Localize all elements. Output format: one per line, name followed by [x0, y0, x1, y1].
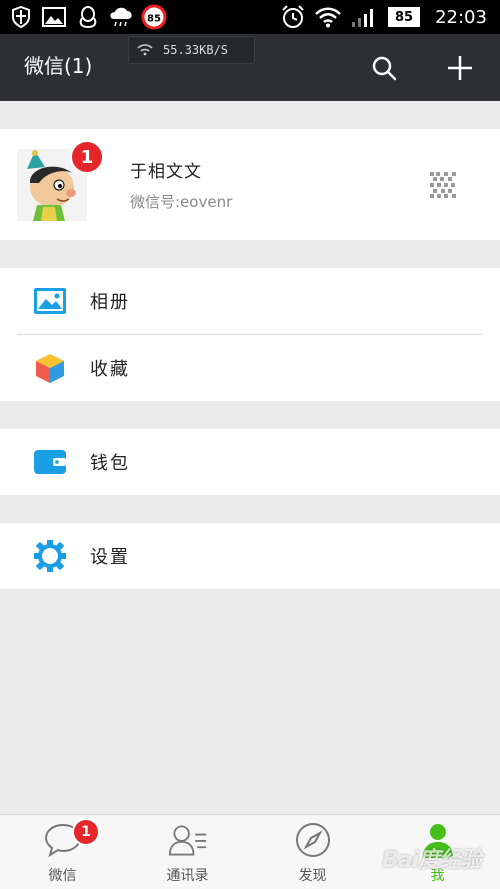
watermark: Bai度经验 [382, 848, 482, 873]
gear-icon [33, 539, 67, 573]
chat-badge: 1 [72, 818, 100, 846]
menu-item-album[interactable]: 相册 [0, 268, 500, 334]
search-button[interactable] [368, 52, 400, 84]
menu-item-wallet[interactable]: 钱包 [0, 429, 500, 495]
wechat-id: 微信号:eovenr [130, 193, 233, 211]
tab-label-discover: 发现 [298, 868, 327, 884]
album-icon [33, 284, 67, 318]
tab-contacts[interactable]: 通讯录 [125, 815, 250, 889]
tab-label-chats: 微信 [48, 868, 77, 884]
tab-chats[interactable]: 1 微信 [0, 815, 125, 889]
avatar[interactable]: 1 [17, 140, 104, 221]
shield-icon [10, 5, 32, 29]
menu-item-settings[interactable]: 设置 [0, 523, 500, 589]
signal-icon [350, 5, 378, 29]
profile-name: 于相文文 [130, 162, 202, 182]
menu-label-favorites: 收藏 [90, 359, 130, 380]
network-speed-text: 55.33KB/S [163, 43, 229, 57]
battery-icon: 85 [386, 5, 422, 29]
network-speed-overlay: 55.33KB/S [128, 36, 255, 64]
compass-icon [293, 821, 333, 859]
qq-penguin-icon [77, 5, 99, 29]
speed-limit-value: 85 [147, 14, 161, 25]
menu-group-album-favorites: 相册 收藏 [0, 268, 500, 401]
image-icon [42, 5, 66, 29]
wifi-small-icon [137, 44, 153, 56]
search-icon [372, 56, 397, 81]
menu-group-settings: 设置 [0, 523, 500, 589]
menu-label-wallet: 钱包 [90, 453, 130, 474]
speed-limit-icon: 85 [141, 4, 167, 30]
qr-code-icon[interactable] [430, 172, 456, 198]
tab-label-contacts: 通讯录 [166, 868, 209, 884]
battery-level: 85 [388, 7, 420, 27]
menu-label-settings: 设置 [90, 547, 130, 568]
profile-card[interactable]: 1 于相文文 微信号:eovenr [0, 129, 500, 240]
menu-group-wallet: 钱包 [0, 429, 500, 495]
wifi-icon [314, 5, 342, 29]
cube-icon [33, 351, 67, 385]
add-button[interactable] [444, 52, 476, 84]
wallet-icon [33, 445, 67, 479]
clock: 22:03 [435, 6, 487, 28]
contacts-icon [168, 821, 208, 859]
notification-badge: 1 [70, 140, 104, 174]
cloud-rain-icon [107, 5, 135, 29]
plus-icon [448, 56, 472, 80]
menu-label-album: 相册 [90, 292, 130, 313]
page-title: 微信(1) [24, 54, 93, 78]
alarm-icon [280, 5, 306, 29]
status-bar: 85 85 22:03 [0, 0, 500, 34]
tab-discover[interactable]: 发现 [250, 815, 375, 889]
menu-item-favorites[interactable]: 收藏 [0, 335, 500, 401]
